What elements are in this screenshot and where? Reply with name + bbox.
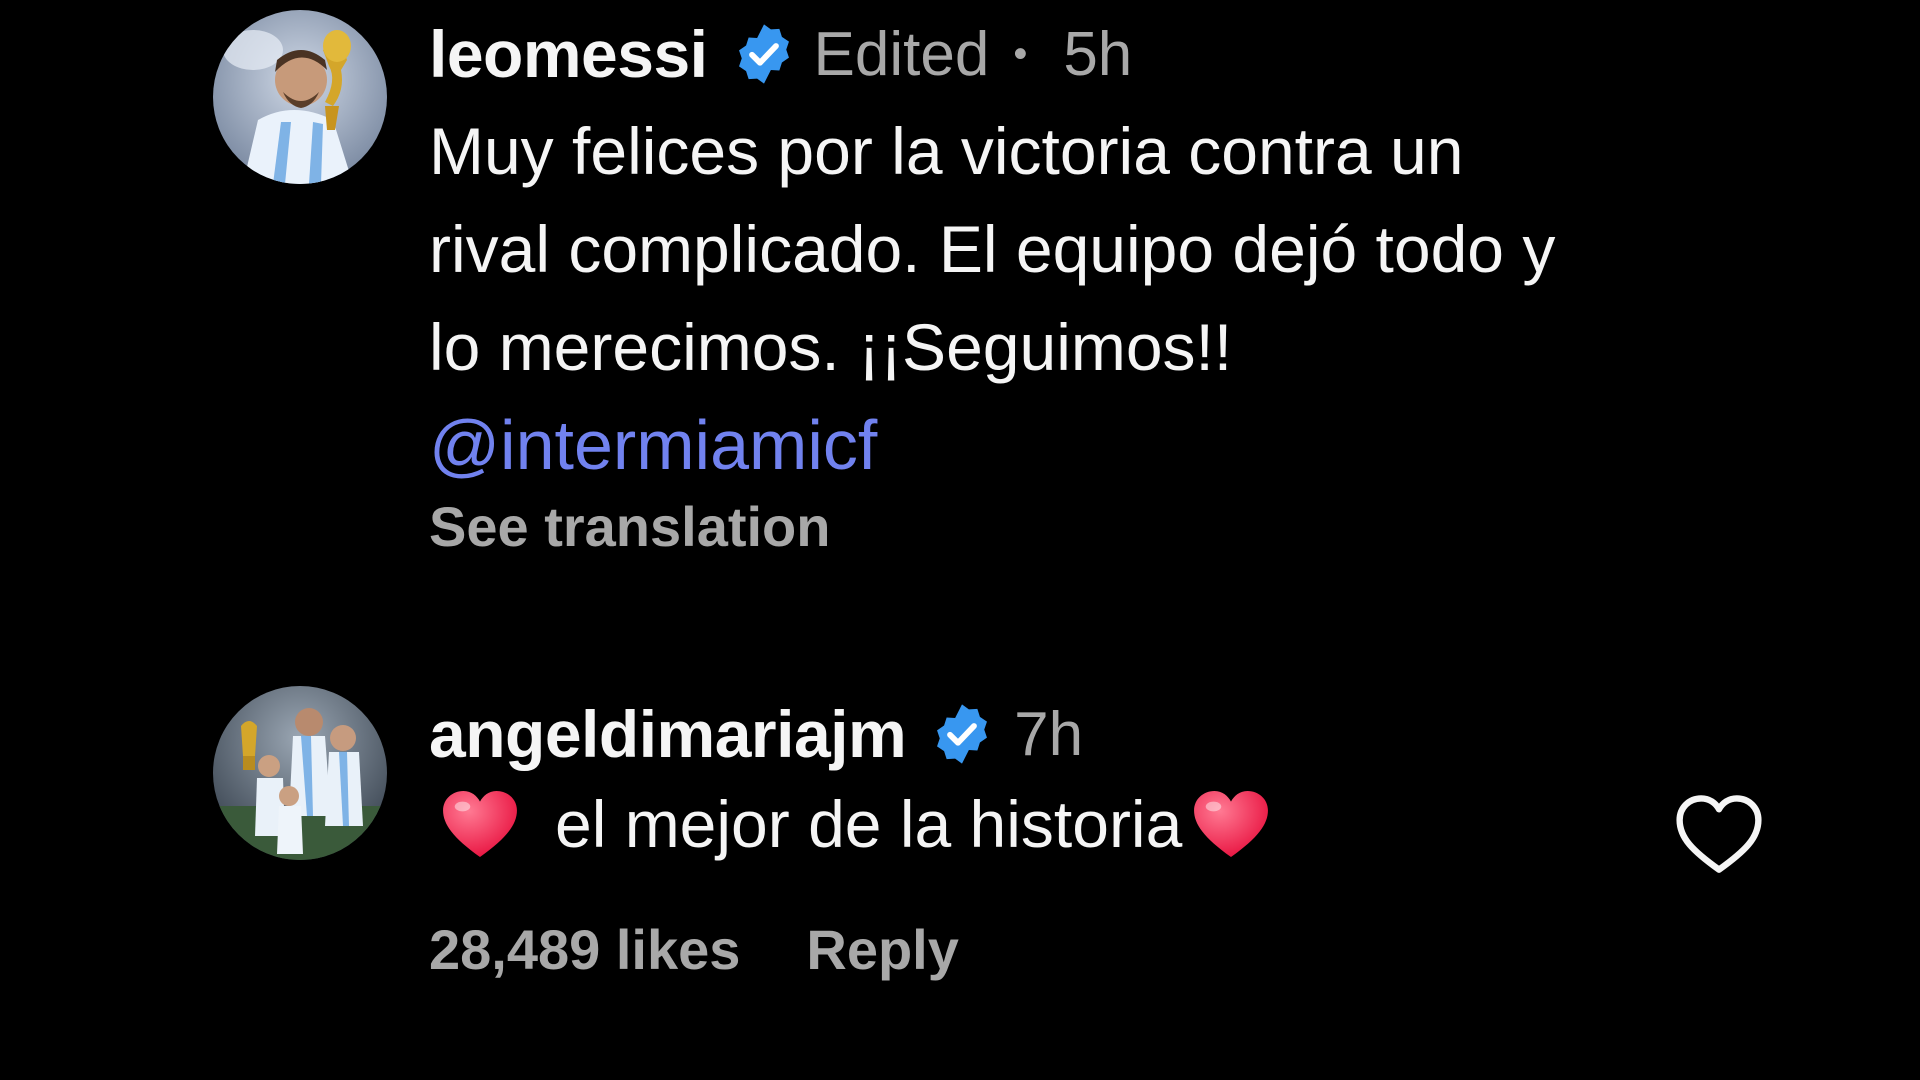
- comment-text-line: rival complicado. El equipo dejó todo y: [429, 212, 1556, 286]
- comment-leomessi: leomessi Edited • 5h Muy felices por la …: [0, 0, 1920, 560]
- username[interactable]: angeldimariajm: [429, 696, 907, 772]
- timestamp: 7h: [1014, 699, 1084, 769]
- timestamp: 5h: [1063, 19, 1133, 89]
- comment-header: angeldimariajm 7h: [429, 694, 1760, 774]
- verified-badge-icon: [937, 704, 988, 764]
- meta-separator: •: [1013, 31, 1028, 76]
- see-translation-button[interactable]: See translation: [429, 494, 830, 559]
- likes-count[interactable]: 28,489 likes: [429, 917, 740, 982]
- red-heart-emoji-icon: [443, 790, 517, 858]
- avatar-leomessi[interactable]: [213, 10, 387, 184]
- mention-link[interactable]: @intermiamicf: [429, 400, 877, 490]
- comment-angeldimariajm: angeldimariajm 7h el mejor de la histori…: [0, 680, 1920, 1080]
- avatar-angeldimariajm[interactable]: [213, 686, 387, 860]
- avatar-trophy-photo: [213, 10, 387, 184]
- avatar-family-photo: [213, 686, 387, 860]
- red-heart-emoji-icon: [1194, 790, 1269, 858]
- comment-header: leomessi Edited • 5h: [429, 14, 1760, 94]
- comment-text-line: Muy felices por la victoria contra un: [429, 114, 1464, 188]
- comment-text: el mejor de la historia: [429, 774, 1760, 874]
- heart-outline-icon[interactable]: [1674, 792, 1764, 876]
- comment-footer: 28,489 likes Reply: [429, 904, 1760, 994]
- edited-label: Edited: [813, 19, 990, 89]
- verified-badge-icon: [738, 24, 789, 84]
- comment-text-line: lo merecimos. ¡¡Seguimos!!: [429, 310, 1233, 384]
- comment-text: Muy felices por la victoria contra un ri…: [429, 102, 1760, 396]
- reply-button[interactable]: Reply: [806, 917, 959, 982]
- comment-text-content: el mejor de la historia: [555, 787, 1183, 861]
- username[interactable]: leomessi: [429, 16, 708, 92]
